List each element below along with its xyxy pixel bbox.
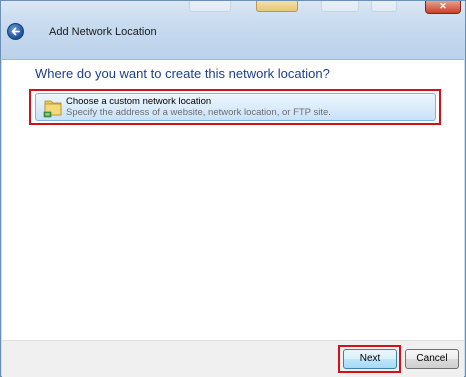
next-button[interactable]: Next: [343, 349, 397, 369]
network-folder-icon: [43, 100, 62, 118]
window-title: Add Network Location: [49, 26, 157, 38]
back-button[interactable]: [7, 23, 24, 40]
option-description: Specify the address of a website, networ…: [66, 107, 331, 118]
title-bar: ✕ Add Network Location: [1, 1, 465, 59]
background-window-tab: [256, 1, 298, 12]
cancel-button[interactable]: Cancel: [405, 349, 459, 369]
close-button[interactable]: ✕: [425, 1, 461, 14]
close-icon: ✕: [439, 1, 447, 11]
option-title: Choose a custom network location: [66, 96, 212, 107]
page-heading: Where do you want to create this network…: [35, 66, 330, 81]
wizard-content: Where do you want to create this network…: [2, 59, 464, 340]
option-custom-network-location[interactable]: Choose a custom network location Specify…: [35, 93, 436, 121]
add-network-location-window: ✕ Add Network Location Where do you want…: [0, 0, 466, 377]
background-window-tab: [321, 1, 359, 12]
background-window-tab: [189, 1, 231, 12]
wizard-footer: Next Cancel: [2, 340, 464, 377]
background-window-tab: [371, 1, 397, 12]
back-arrow-icon: [11, 27, 20, 36]
